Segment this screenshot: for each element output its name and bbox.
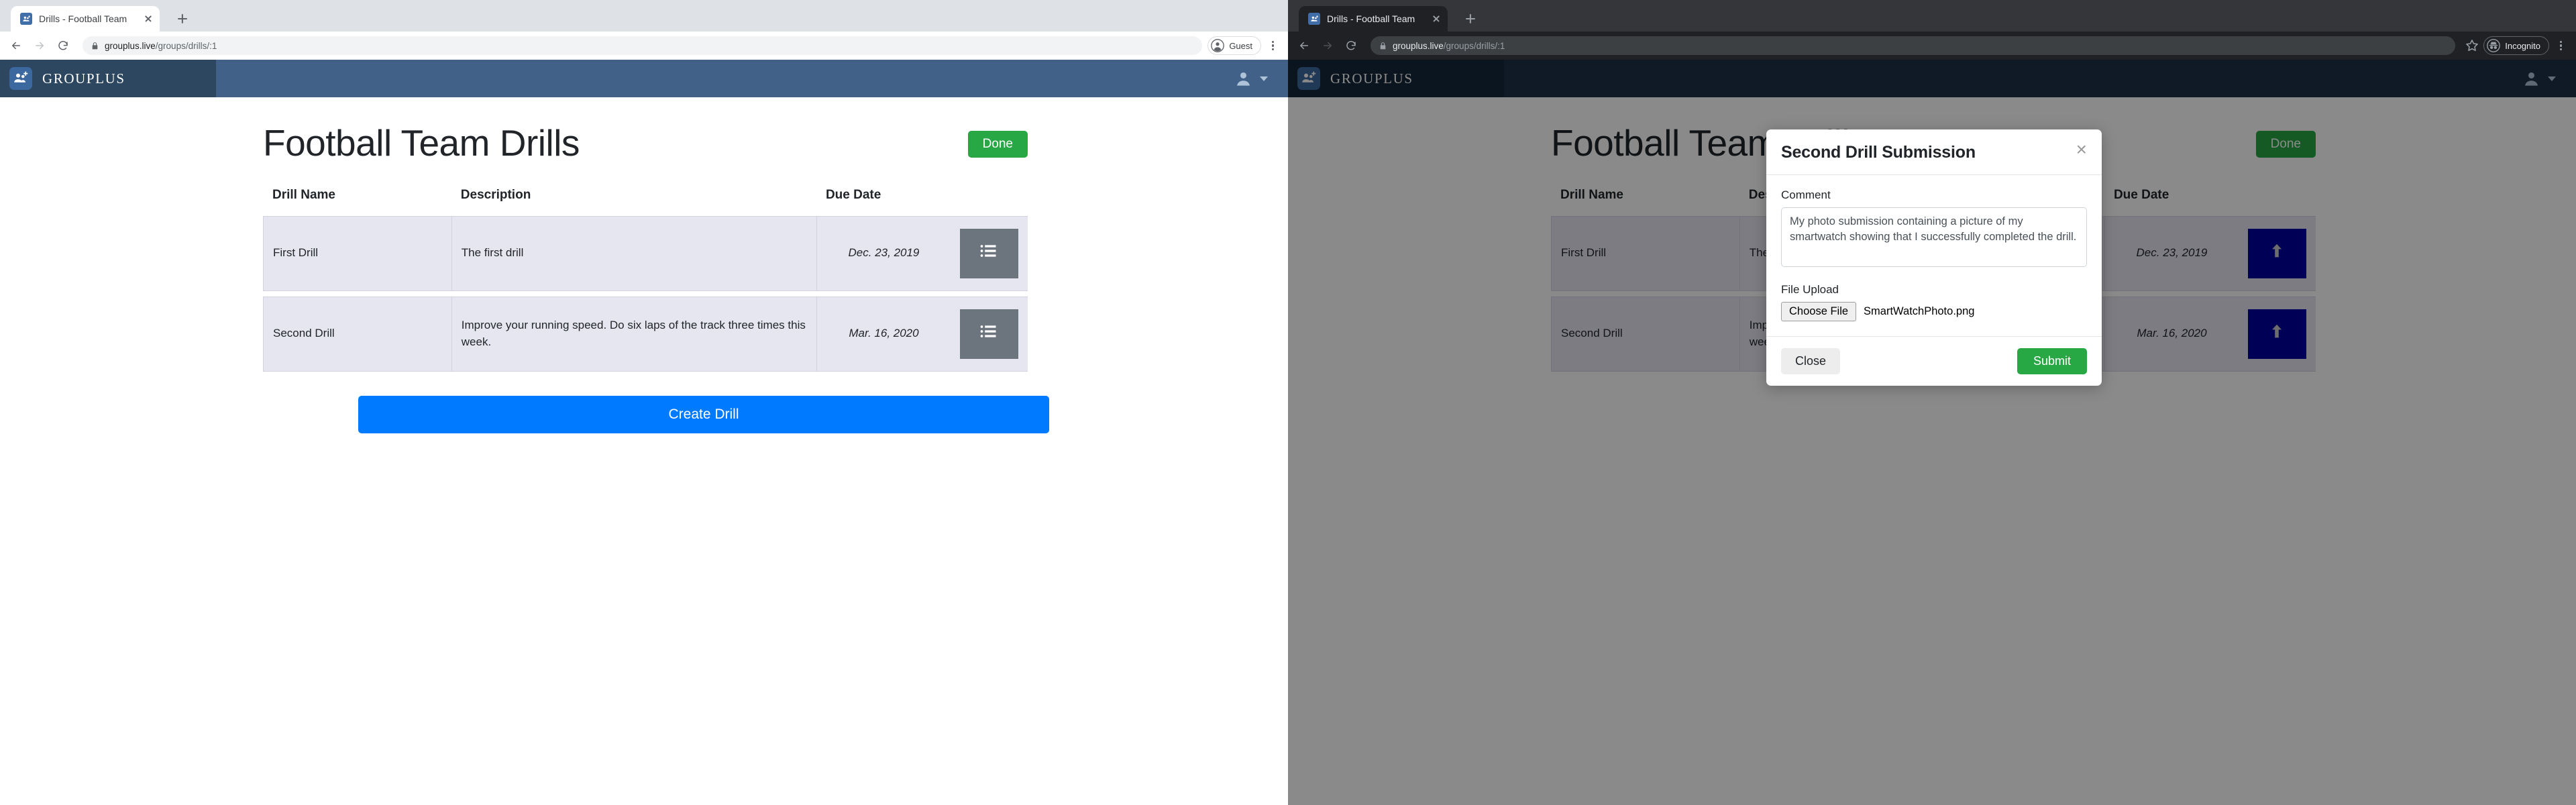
browser-tab[interactable]: Drills - Football Team — [11, 6, 160, 32]
drills-table: Drill Name Description Due Date First Dr… — [263, 182, 1028, 377]
tab-close-icon[interactable] — [142, 13, 154, 25]
tab-close-icon[interactable] — [1430, 13, 1442, 25]
chevron-down-icon — [1260, 76, 1268, 81]
content-container: Football Team Drills Done Drill Name Des… — [263, 122, 1049, 433]
table-row: First Drill The first drill Dec. 23, 201… — [263, 215, 1028, 291]
selected-file-name: SmartWatchPhoto.png — [1864, 305, 1975, 317]
table-row: Second Drill Improve your running speed.… — [263, 296, 1028, 372]
grouplus-favicon — [1308, 13, 1320, 25]
create-drill-button[interactable]: Create Drill — [358, 395, 1049, 433]
forward-button[interactable] — [30, 36, 49, 55]
back-button[interactable] — [7, 36, 25, 55]
file-upload-row: Choose File SmartWatchPhoto.png — [1781, 302, 2087, 321]
profile-chip[interactable]: Guest — [1208, 36, 1261, 55]
forward-button[interactable] — [1318, 36, 1337, 55]
profile-avatar-icon — [1211, 39, 1225, 52]
reload-button[interactable] — [1342, 36, 1360, 55]
reload-button[interactable] — [54, 36, 72, 55]
cell-drill-name: First Drill — [263, 215, 451, 291]
profile-label: Incognito — [2505, 40, 2540, 51]
cell-description: The first drill — [451, 215, 816, 291]
cell-action — [950, 296, 1028, 372]
modal-footer: Close Submit — [1766, 336, 2102, 386]
cell-drill-name: Second Drill — [263, 296, 451, 372]
user-menu[interactable] — [1234, 60, 1288, 97]
brand-text: GROUPLUS — [42, 70, 125, 87]
address-bar[interactable]: grouplus.live/groups/drills/:1 — [83, 36, 1203, 55]
cell-due-date: Dec. 23, 2019 — [816, 215, 951, 291]
table-head: Drill Name Description Due Date — [263, 188, 1028, 211]
table-body: First Drill The first drill Dec. 23, 201… — [263, 215, 1028, 372]
modal-title: Second Drill Submission — [1781, 143, 1976, 162]
submit-button[interactable]: Submit — [2017, 348, 2087, 374]
address-bar[interactable]: grouplus.live/groups/drills/:1 — [1371, 36, 2456, 55]
column-actions — [951, 188, 1028, 211]
browser-tab[interactable]: Drills - Football Team — [1299, 6, 1448, 32]
new-tab-button[interactable] — [1461, 9, 1480, 28]
tab-title: Drills - Football Team — [39, 13, 127, 24]
web-page: GROUPLUS Football Team Drills Done Drill… — [1288, 60, 2576, 805]
group-add-icon — [9, 67, 32, 90]
table-header-row: Drill Name Description Due Date — [263, 188, 1028, 211]
browser-toolbar: grouplus.live/groups/drills/:1 Guest — [0, 32, 1288, 60]
profile-chip[interactable]: Incognito — [2483, 36, 2549, 55]
modal-header: Second Drill Submission × — [1766, 129, 2102, 175]
browser-window-right: Drills - Football Team grouplus.live/gro… — [1288, 0, 2576, 805]
browser-toolbar: grouplus.live/groups/drills/:1 Incognito — [1288, 32, 2576, 60]
cell-description: Improve your running speed. Do six laps … — [451, 296, 816, 372]
comment-label: Comment — [1781, 189, 1831, 201]
app-navbar: GROUPLUS — [0, 60, 1288, 97]
new-tab-button[interactable] — [173, 9, 192, 28]
browser-menu-button[interactable] — [1264, 37, 1281, 54]
close-icon[interactable]: × — [2076, 140, 2087, 159]
url-domain: grouplus.live — [105, 40, 156, 51]
incognito-icon — [2487, 39, 2501, 52]
url-domain: grouplus.live — [1393, 40, 1444, 51]
lock-icon — [1379, 42, 1387, 50]
tab-strip: Drills - Football Team — [0, 0, 1288, 32]
drill-details-button[interactable] — [959, 228, 1018, 278]
close-button[interactable]: Close — [1781, 348, 1841, 374]
browser-window-left: Drills - Football Team grouplus.live/gro… — [0, 0, 1288, 805]
file-upload-label: File Upload — [1781, 283, 1839, 296]
page-content: Football Team Drills Done Drill Name Des… — [0, 97, 1288, 433]
profile-label: Guest — [1229, 40, 1252, 51]
browser-menu-button[interactable] — [2552, 37, 2569, 54]
url-path: /groups/drills/:1 — [1443, 40, 1505, 51]
tab-strip: Drills - Football Team — [1288, 0, 2576, 32]
page-title: Football Team Drills — [263, 122, 580, 164]
column-due-date: Due Date — [825, 187, 881, 202]
brand-area[interactable]: GROUPLUS — [0, 60, 216, 97]
submission-modal: Second Drill Submission × Comment My pho… — [1766, 129, 2102, 386]
user-avatar-icon — [1234, 70, 1252, 88]
list-icon — [979, 241, 998, 266]
choose-file-button[interactable]: Choose File — [1781, 302, 1857, 321]
done-button[interactable]: Done — [967, 131, 1028, 158]
column-drill-name: Drill Name — [272, 187, 335, 202]
url-path: /groups/drills/:1 — [155, 40, 217, 51]
tab-title: Drills - Football Team — [1327, 13, 1415, 24]
cell-due-date: Mar. 16, 2020 — [816, 296, 951, 372]
dual-browser-screenshot: Drills - Football Team grouplus.live/gro… — [0, 0, 2576, 805]
cell-action — [950, 215, 1028, 291]
comment-input[interactable]: My photo submission containing a picture… — [1781, 207, 2087, 267]
back-button[interactable] — [1295, 36, 1313, 55]
star-icon[interactable] — [2465, 38, 2479, 53]
list-icon — [979, 322, 998, 346]
column-description: Description — [460, 187, 531, 202]
grouplus-favicon — [20, 13, 32, 25]
modal-body: Comment My photo submission containing a… — [1766, 175, 2102, 336]
navbar-spacer — [216, 60, 1234, 97]
drill-details-button[interactable] — [959, 309, 1018, 359]
lock-icon — [91, 42, 99, 50]
web-page: GROUPLUS Football Team Drills Done Drill… — [0, 60, 1288, 805]
